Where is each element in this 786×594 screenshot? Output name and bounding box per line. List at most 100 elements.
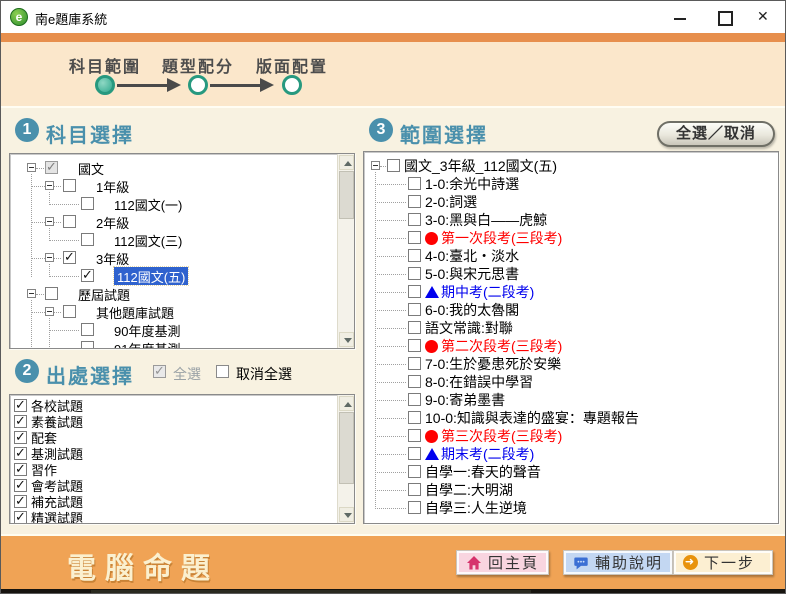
checkbox[interactable] [63, 305, 76, 318]
checkbox[interactable] [45, 159, 58, 175]
collapse-icon[interactable] [27, 163, 36, 172]
checkbox[interactable] [14, 445, 27, 461]
collapse-icon[interactable] [45, 307, 54, 316]
list-item[interactable]: 精選試題 [11, 509, 337, 523]
tree-item[interactable]: 2年級 [11, 213, 320, 231]
checkbox[interactable] [81, 323, 94, 336]
scroll-up-icon[interactable] [339, 155, 354, 170]
select-all-toggle-button[interactable]: 全選／取消 [657, 121, 775, 147]
tree-item[interactable]: 9-0:寄弟墨書 [365, 391, 760, 409]
tree-item[interactable]: 期中考(二段考) [365, 283, 760, 301]
checkbox[interactable] [408, 393, 421, 406]
next-step-button[interactable]: ➜ 下一步 [673, 550, 773, 575]
checkbox[interactable] [81, 341, 94, 348]
checkbox[interactable] [14, 413, 27, 429]
tree-item[interactable]: 第二次段考(三段考) [365, 337, 760, 355]
tree-item[interactable]: 語文常識:對聯 [365, 319, 760, 337]
tree-item[interactable]: 112國文(五) [11, 266, 320, 286]
tree-item[interactable]: 112國文(三) [11, 231, 320, 249]
tree-item[interactable]: 90年度基測 [11, 321, 320, 339]
checkbox[interactable] [408, 213, 421, 226]
checkbox[interactable] [408, 285, 421, 298]
source-list-scrollbar[interactable] [337, 395, 354, 523]
checkbox[interactable] [408, 267, 421, 280]
checkbox[interactable] [408, 411, 421, 424]
checkbox[interactable] [408, 429, 421, 442]
scroll-down-icon[interactable] [339, 507, 354, 522]
minimize-icon[interactable] [663, 1, 697, 33]
checkbox[interactable] [14, 477, 27, 493]
scrollbar-thumb[interactable] [339, 171, 354, 219]
tree-item-label: 第二次段考(三段考) [441, 338, 563, 354]
collapse-icon[interactable] [371, 161, 380, 170]
tree-item[interactable]: 其他題庫試題 [11, 303, 320, 321]
tree-item[interactable]: 1年級 [11, 177, 320, 195]
checkbox[interactable] [408, 339, 421, 352]
checkbox[interactable] [408, 321, 421, 334]
tree-item[interactable]: 自學一:春天的聲音 [365, 463, 760, 481]
tree-item[interactable]: 2-0:詞選 [365, 193, 760, 211]
tree-item[interactable]: 國文_3年級_112國文(五) [365, 157, 760, 175]
checkbox[interactable] [45, 287, 58, 300]
tree-item[interactable]: 91年度基測 [11, 339, 320, 348]
checkbox[interactable] [387, 159, 400, 172]
checkbox[interactable] [408, 375, 421, 388]
checkbox[interactable] [14, 397, 27, 413]
checkbox[interactable] [408, 357, 421, 370]
list-item[interactable]: 基測試題 [11, 445, 337, 462]
checkbox[interactable] [408, 483, 421, 496]
deselect-all-checkbox[interactable] [216, 365, 229, 378]
help-button[interactable]: 輔助說明 [563, 550, 674, 575]
tree-item[interactable]: 第三次段考(三段考) [365, 427, 760, 445]
checkbox[interactable] [81, 267, 94, 283]
checkbox[interactable] [408, 177, 421, 190]
tree-item[interactable]: 國文 [11, 159, 320, 177]
checkbox[interactable] [408, 303, 421, 316]
tree-item[interactable]: 自學二:大明湖 [365, 481, 760, 499]
collapse-icon[interactable] [45, 253, 54, 262]
tree-item[interactable]: 4-0:臺北・淡水 [365, 247, 760, 265]
tree-item[interactable]: 7-0:生於憂患死於安樂 [365, 355, 760, 373]
checkbox[interactable] [14, 509, 27, 523]
checkbox[interactable] [63, 215, 76, 228]
tree-item[interactable]: 3-0:黑與白——虎鯨 [365, 211, 760, 229]
tree-item[interactable]: 1-0:余光中詩選 [365, 175, 760, 193]
tree-item[interactable]: 第一次段考(三段考) [365, 229, 760, 247]
select-all-checkbox[interactable] [153, 363, 166, 379]
checkbox[interactable] [408, 195, 421, 208]
checkbox[interactable] [81, 197, 94, 210]
list-item[interactable]: 素養試題 [11, 413, 337, 430]
checkbox[interactable] [408, 249, 421, 262]
maximize-icon[interactable] [707, 1, 741, 33]
checkbox[interactable] [408, 501, 421, 514]
checkbox[interactable] [63, 249, 76, 265]
tree-item-label: 10-0:知識與表達的盛宴：專題報告 [425, 410, 639, 426]
checkbox[interactable] [408, 231, 421, 244]
collapse-icon[interactable] [45, 217, 54, 226]
tree-item[interactable]: 3年級 [11, 249, 320, 267]
scroll-up-icon[interactable] [339, 396, 354, 411]
checkbox[interactable] [14, 461, 27, 477]
checkbox[interactable] [408, 447, 421, 460]
scrollbar-thumb[interactable] [339, 412, 354, 484]
tree-item-label: 1年級 [96, 179, 130, 195]
checkbox[interactable] [408, 465, 421, 478]
tree-item[interactable]: 10-0:知識與表達的盛宴：專題報告 [365, 409, 760, 427]
tree-item[interactable]: 5-0:與宋元思書 [365, 265, 760, 283]
tree-item[interactable]: 8-0:在錯誤中學習 [365, 373, 760, 391]
tree-item[interactable]: 自學三:人生逆境 [365, 499, 760, 517]
checkbox[interactable] [81, 233, 94, 246]
collapse-icon[interactable] [27, 289, 36, 298]
tree-item[interactable]: 期末考(二段考) [365, 445, 760, 463]
close-icon[interactable] [747, 1, 781, 33]
checkbox[interactable] [14, 493, 27, 509]
collapse-icon[interactable] [45, 181, 54, 190]
tree-item[interactable]: 112國文(一) [11, 195, 320, 213]
scroll-down-icon[interactable] [339, 332, 354, 347]
tree-item[interactable]: 6-0:我的太魯閣 [365, 301, 760, 319]
home-button[interactable]: 回主頁 [456, 550, 550, 575]
checkbox[interactable] [63, 179, 76, 192]
subject-tree-scrollbar[interactable] [337, 154, 354, 348]
tree-item[interactable]: 歷屆試題 [11, 285, 320, 303]
checkbox[interactable] [14, 429, 27, 445]
